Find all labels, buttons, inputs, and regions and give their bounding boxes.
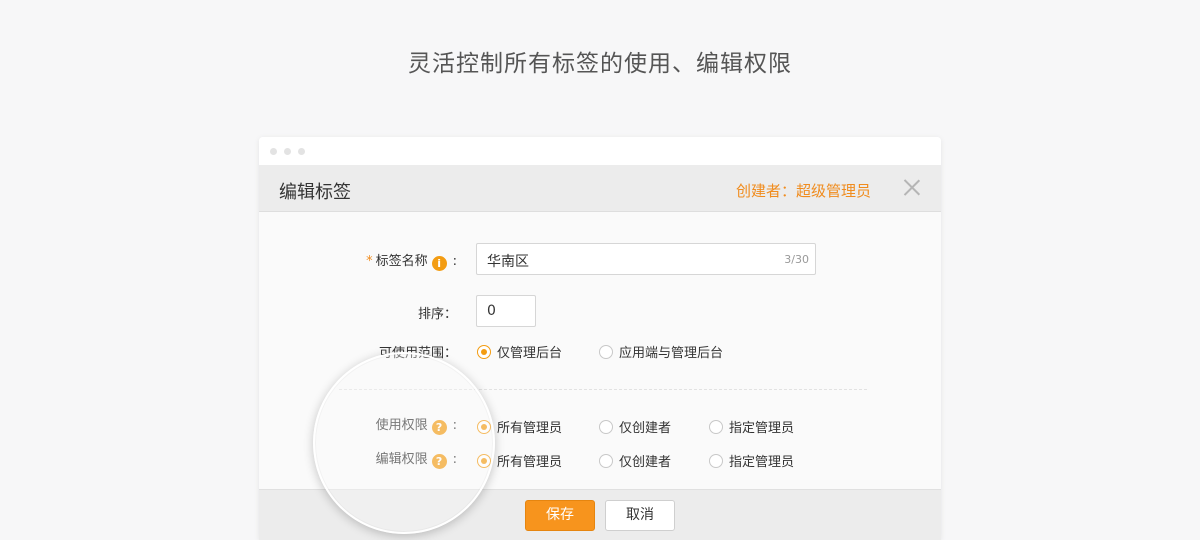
radio-unchecked-icon	[599, 453, 613, 468]
tag-name-value: 华南区	[487, 254, 529, 270]
radio-checked-icon	[477, 344, 491, 359]
dialog-footer: 保存 取消	[259, 489, 941, 540]
radio-unchecked-icon	[709, 453, 723, 468]
radio-edit-all-admins[interactable]: 所有管理员	[477, 451, 562, 470]
required-mark: *	[366, 254, 373, 269]
window-dot-icon	[298, 148, 305, 155]
page-headline: 灵活控制所有标签的使用、编辑权限	[408, 51, 792, 77]
radio-checked-icon	[477, 419, 491, 434]
radio-scope-app-and-admin[interactable]: 应用端与管理后台	[599, 342, 723, 361]
radio-label: 仅创建者	[619, 455, 672, 470]
tag-name-label: * 标签名称 i:	[366, 250, 457, 271]
radio-edit-creator-only[interactable]: 仅创建者	[599, 451, 671, 470]
window-titlebar	[259, 137, 941, 165]
sort-value: 0	[487, 303, 496, 319]
close-icon[interactable]	[903, 178, 921, 196]
radio-label: 应用端与管理后台	[619, 346, 724, 361]
sort-input[interactable]: 0	[476, 295, 536, 327]
radio-unchecked-icon	[709, 419, 723, 434]
radio-edit-specified-admins[interactable]: 指定管理员	[709, 451, 794, 470]
creator-text: 创建者：超级管理员	[735, 182, 871, 200]
info-icon[interactable]: i	[431, 256, 447, 271]
scope-label: 可使用范围：	[378, 346, 457, 361]
dialog-header: 编辑标签 创建者：超级管理员	[259, 165, 941, 212]
dialog-body: * 标签名称 i: 华南区 3/30 排序： 0 可使用范围： 仅管理后台 应用端与…	[259, 212, 941, 489]
use-permission-label: 使用权限?:	[376, 414, 457, 435]
help-icon[interactable]: ?	[431, 420, 447, 435]
tag-name-input[interactable]: 华南区 3/30	[476, 243, 816, 275]
dialog-window: 编辑标签 创建者：超级管理员 * 标签名称 i: 华南区 3/30 排序： 0 可使…	[259, 137, 941, 540]
radio-use-creator-only[interactable]: 仅创建者	[599, 417, 671, 436]
edit-permission-label-text: 编辑权限	[375, 452, 428, 467]
radio-unchecked-icon	[599, 344, 613, 359]
radio-label: 仅管理后台	[497, 346, 563, 361]
tag-name-label-text: 标签名称	[375, 254, 428, 269]
radio-label: 指定管理员	[729, 421, 795, 436]
dialog-title: 编辑标签	[279, 182, 351, 203]
cancel-button[interactable]: 取消	[605, 500, 675, 531]
label-colon: :	[452, 452, 457, 467]
radio-use-all-admins[interactable]: 所有管理员	[477, 417, 562, 436]
radio-label: 指定管理员	[729, 455, 795, 470]
window-dot-icon	[270, 148, 277, 155]
radio-label: 仅创建者	[619, 421, 672, 436]
radio-use-specified-admins[interactable]: 指定管理员	[709, 417, 794, 436]
radio-unchecked-icon	[599, 419, 613, 434]
radio-label: 所有管理员	[497, 455, 563, 470]
edit-permission-label: 编辑权限?:	[376, 448, 457, 469]
sort-label: 排序：	[417, 307, 457, 322]
char-count: 3/30	[784, 253, 809, 266]
window-dot-icon	[284, 148, 291, 155]
label-colon: :	[452, 418, 457, 433]
help-icon[interactable]: ?	[431, 454, 447, 469]
radio-checked-icon	[477, 453, 491, 468]
label-colon: :	[452, 254, 457, 269]
radio-scope-admin-only[interactable]: 仅管理后台	[477, 342, 562, 361]
radio-label: 所有管理员	[497, 421, 563, 436]
use-permission-label-text: 使用权限	[375, 418, 428, 433]
section-divider	[339, 389, 867, 390]
save-button[interactable]: 保存	[525, 500, 595, 531]
